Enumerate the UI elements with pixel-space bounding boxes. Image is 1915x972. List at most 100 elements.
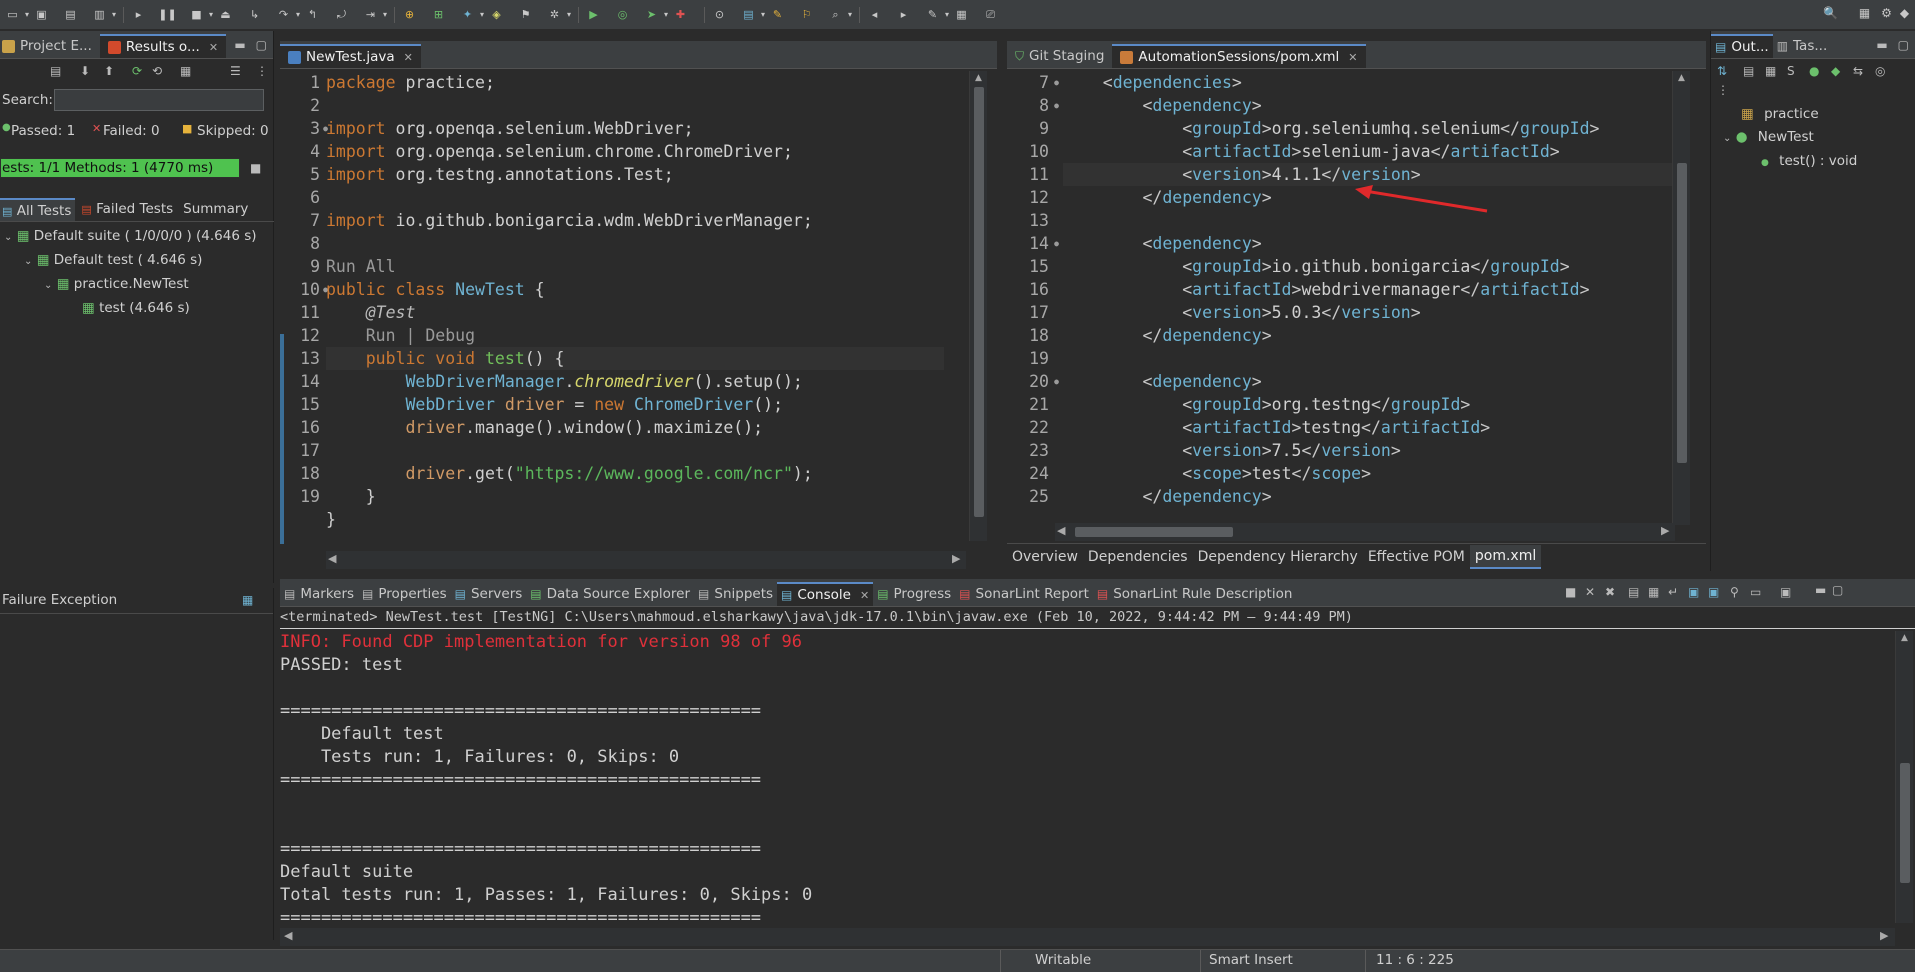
dropdown-arrow-icon[interactable] <box>789 6 795 23</box>
coverage-icon[interactable]: ➤ <box>643 6 660 23</box>
minimize-icon[interactable]: ▬ <box>1876 38 1891 58</box>
display-console-icon[interactable]: ▭ <box>1750 585 1761 599</box>
open-console-icon[interactable]: ▣ <box>1780 585 1791 599</box>
tab-git-staging[interactable]: ⛉ Git Staging <box>1007 44 1112 68</box>
scroll-thumb[interactable] <box>1899 763 1910 883</box>
tab-pom-xml-source[interactable]: pom.xml <box>1469 544 1542 569</box>
dropdown-arrow-icon[interactable] <box>237 6 243 23</box>
disconnect-icon[interactable]: ↳ <box>246 6 263 23</box>
tree-item-test[interactable]: ⌄ ▦ Default test ( 4.646 s) <box>0 249 274 273</box>
dropdown-arrow-icon[interactable]: ▾ <box>111 6 117 23</box>
save-all-icon[interactable]: ▤ <box>62 6 79 23</box>
fold-toggle-icon[interactable]: ● <box>1054 94 1059 117</box>
xml-horizontal-scrollbar[interactable]: ◀ ▶ <box>1055 523 1675 541</box>
collapse-all-icon[interactable]: ▤ <box>1743 64 1754 78</box>
scroll-thumb[interactable] <box>1676 163 1687 463</box>
forward-icon[interactable]: ▦ <box>953 6 970 23</box>
dropdown-arrow-icon[interactable] <box>692 6 698 23</box>
search-input[interactable] <box>54 89 264 111</box>
new-icon[interactable]: ▭ <box>4 6 21 23</box>
tree-item-class[interactable]: ⌄ ▦ practice.NewTest <box>0 273 274 297</box>
dropdown-arrow-icon[interactable]: ▾ <box>566 6 572 23</box>
tab-servers[interactable]: ▤ Servers <box>451 582 527 606</box>
task-icon[interactable]: ✲ <box>546 6 563 23</box>
drop-to-frame-icon[interactable]: ⇥ <box>362 6 379 23</box>
minimize-icon[interactable]: ▬ <box>1815 583 1826 597</box>
dropdown-arrow-icon[interactable] <box>421 6 427 23</box>
use-step-filters-icon[interactable]: ⊕ <box>401 6 418 23</box>
run-icon[interactable]: ◎ <box>614 6 631 23</box>
tab-markers[interactable]: ▤ Markers <box>280 582 358 606</box>
link-editor-icon[interactable]: ⇆ <box>1853 64 1863 78</box>
console-horizontal-scrollbar[interactable]: ◀ ▶ <box>280 928 1895 946</box>
new-package-icon[interactable]: ✦ <box>459 6 476 23</box>
remove-launch-icon[interactable]: ✕ <box>1585 585 1595 599</box>
java-code-area[interactable]: package practice; import org.openqa.sele… <box>326 71 944 537</box>
resume-icon[interactable]: ❚❚ <box>158 6 176 23</box>
dropdown-arrow-icon[interactable]: ▾ <box>208 6 214 23</box>
rerun-icon[interactable]: ⟳ <box>132 64 142 78</box>
outline-item-class[interactable]: ⌄ ● NewTest <box>1711 126 1915 150</box>
terminate-icon[interactable]: ⏏ <box>217 6 234 23</box>
sort-icon[interactable]: ⇅ <box>1717 64 1727 78</box>
tab-outline[interactable]: ▤ Out... <box>1711 34 1773 58</box>
focus-icon[interactable]: ◎ <box>1875 64 1885 78</box>
minimize-icon[interactable]: ▬ <box>234 38 249 58</box>
console-output[interactable]: INFO: Found CDP implementation for versi… <box>280 631 1890 927</box>
layout-icon[interactable]: ▦ <box>180 64 191 78</box>
maximize-icon[interactable]: ▢ <box>250 38 273 58</box>
pin-console-icon[interactable]: ⚲ <box>1730 585 1739 599</box>
view-menu-icon[interactable]: ☰ <box>230 64 241 78</box>
fold-toggle-icon[interactable]: ● <box>1054 232 1059 255</box>
tab-failed-tests[interactable]: ▤ Failed Tests <box>75 198 179 221</box>
show-on-error-icon[interactable]: ▣ <box>1708 585 1719 599</box>
dropdown-arrow-icon[interactable]: ▾ <box>847 6 853 23</box>
dropdown-arrow-icon[interactable] <box>973 6 979 23</box>
dropdown-arrow-icon[interactable] <box>915 6 921 23</box>
dropdown-arrow-icon[interactable] <box>537 6 543 23</box>
step-return-icon[interactable]: ⤾ <box>333 6 350 23</box>
close-icon[interactable]: ✕ <box>860 589 869 602</box>
dropdown-arrow-icon[interactable]: ▾ <box>944 6 950 23</box>
annotation-icon[interactable]: ⚐ <box>798 6 815 23</box>
save-icon[interactable]: ▣ <box>33 6 50 23</box>
fold-toggle-icon[interactable]: ● <box>1054 71 1059 94</box>
tab-sonarlint-report[interactable]: ▤ SonarLint Report <box>955 582 1093 606</box>
dropdown-arrow-icon[interactable]: ▾ <box>24 6 30 23</box>
hide-nonpublic-icon[interactable]: ● <box>1809 64 1819 78</box>
terminate-icon[interactable]: ■ <box>1565 585 1576 599</box>
remove-all-icon[interactable]: ✖ <box>1605 585 1615 599</box>
perspective-java-icon[interactable]: ▦ <box>1856 6 1873 23</box>
tab-dependencies[interactable]: Dependencies <box>1083 546 1193 568</box>
tab-progress[interactable]: ▤ Progress <box>873 582 955 606</box>
tab-data-source-explorer[interactable]: ▤ Data Source Explorer <box>526 582 694 606</box>
search-icon[interactable]: 🔍 <box>1822 6 1839 23</box>
scroll-lock-icon[interactable]: ▦ <box>1648 585 1659 599</box>
tab-project-explorer[interactable]: Project E... <box>0 34 100 58</box>
hide-local-types-icon[interactable]: ◆ <box>1831 64 1840 78</box>
dropdown-arrow-icon[interactable] <box>818 6 824 23</box>
filter-stack-icon[interactable]: ▦ <box>242 593 253 607</box>
tab-pom-xml[interactable]: AutomationSessions/pom.xml ✕ <box>1112 44 1366 68</box>
dropdown-arrow-icon[interactable] <box>353 6 359 23</box>
dropdown-arrow-icon[interactable] <box>605 6 611 23</box>
dropdown-arrow-icon[interactable]: ▾ <box>663 6 669 23</box>
perspective-icon[interactable]: ▸ <box>895 6 912 23</box>
hide-static-icon[interactable]: S <box>1787 64 1795 78</box>
tab-newtest-java[interactable]: NewTest.java ✕ <box>280 44 421 68</box>
dropdown-arrow-icon[interactable] <box>150 6 156 23</box>
next-failure-icon[interactable]: ⬇ <box>80 64 90 78</box>
new-class-icon[interactable]: ◈ <box>488 6 505 23</box>
tab-testng-results[interactable]: Results o... ✕ <box>99 34 227 58</box>
print-icon[interactable]: ▥ <box>91 6 108 23</box>
perspective-debug-icon[interactable]: ⚙ <box>1878 6 1895 23</box>
dropdown-arrow-icon[interactable]: ▾ <box>382 6 388 23</box>
maximize-icon[interactable]: ▢ <box>1832 583 1843 597</box>
outline-item-package[interactable]: ▦ practice <box>1711 103 1915 126</box>
dropdown-arrow-icon[interactable]: ▾ <box>760 6 766 23</box>
tab-sonarlint-rule-description[interactable]: ▤ SonarLint Rule Description <box>1093 582 1297 606</box>
word-wrap-icon[interactable]: ↵ <box>1668 585 1678 599</box>
suspend-icon[interactable]: ■ <box>188 6 205 23</box>
xml-code-area[interactable]: <dependencies> <dependency> <groupId>org… <box>1063 71 1673 523</box>
step-over-icon[interactable]: ↰ <box>304 6 321 23</box>
